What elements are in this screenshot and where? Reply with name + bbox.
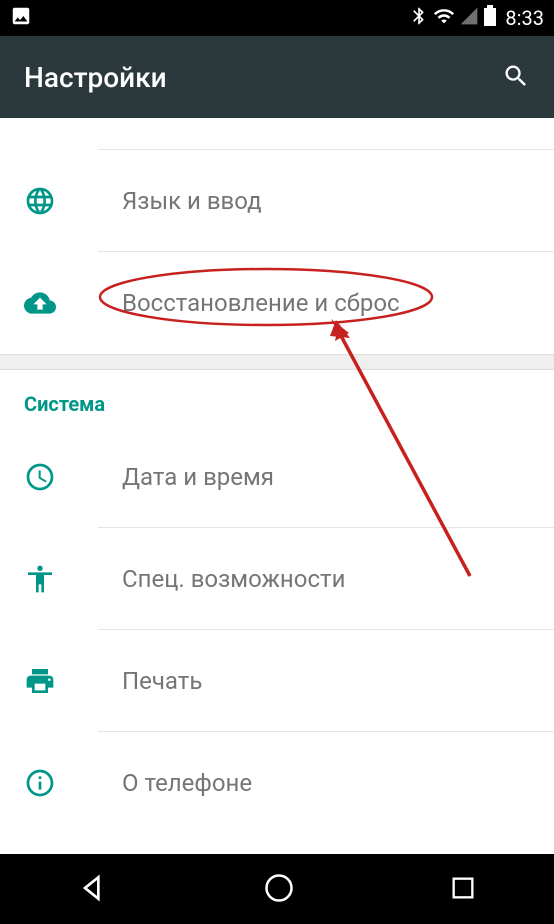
section-divider — [0, 354, 554, 370]
print-icon — [20, 661, 60, 701]
settings-item-label: Дата и время — [122, 463, 274, 491]
recent-icon — [449, 890, 477, 905]
accessibility-icon — [20, 559, 60, 599]
settings-item-label: Язык и ввод — [122, 187, 262, 215]
search-button[interactable] — [502, 62, 530, 93]
signal-icon — [459, 6, 479, 30]
nav-recent-button[interactable] — [449, 874, 477, 905]
settings-item-print[interactable]: Печать — [98, 630, 554, 732]
cloud-upload-icon — [20, 283, 60, 323]
info-icon — [20, 763, 60, 803]
status-left — [10, 5, 32, 31]
top-spacer — [98, 118, 554, 150]
settings-item-about[interactable]: О телефоне — [98, 732, 554, 834]
nav-home-button[interactable] — [264, 873, 294, 906]
search-icon — [502, 78, 530, 93]
settings-item-datetime[interactable]: Дата и время — [98, 426, 554, 528]
app-bar: Настройки — [0, 36, 554, 118]
settings-item-label: Спец. возможности — [122, 565, 345, 593]
bluetooth-icon — [409, 6, 429, 30]
wifi-icon — [433, 5, 455, 31]
battery-icon — [483, 5, 497, 31]
settings-item-backup-reset[interactable]: Восстановление и сброс — [98, 252, 554, 354]
image-icon — [10, 5, 32, 31]
section-header-system: Система — [0, 370, 554, 426]
status-bar: 8:33 — [0, 0, 554, 36]
globe-icon — [20, 181, 60, 221]
content: Язык и ввод Восстановление и сброс Систе… — [0, 118, 554, 834]
status-right: 8:33 — [409, 5, 544, 31]
settings-item-label: Печать — [122, 667, 202, 695]
settings-item-label: Восстановление и сброс — [122, 289, 400, 317]
home-icon — [264, 891, 294, 906]
status-time: 8:33 — [505, 6, 544, 30]
settings-item-label: О телефоне — [122, 769, 252, 797]
settings-item-language[interactable]: Язык и ввод — [98, 150, 554, 252]
back-icon — [77, 892, 109, 907]
nav-back-button[interactable] — [77, 872, 109, 907]
clock-icon — [20, 457, 60, 497]
page-title: Настройки — [24, 61, 167, 94]
settings-item-accessibility[interactable]: Спец. возможности — [98, 528, 554, 630]
navigation-bar — [0, 854, 554, 924]
